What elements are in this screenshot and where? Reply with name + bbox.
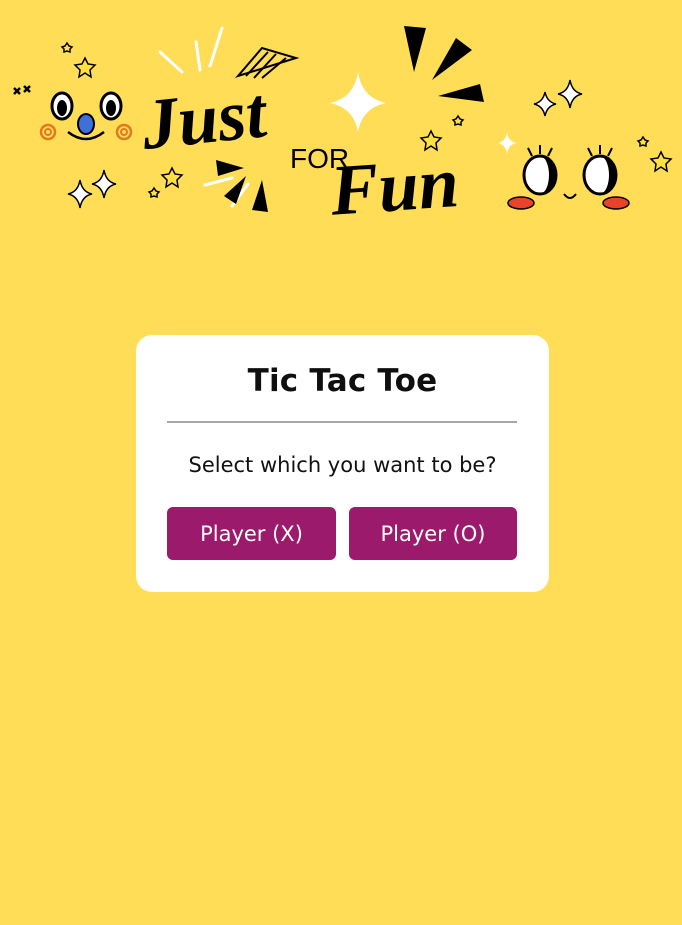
player-select-card: Tic Tac Toe Select which you want to be?… [136,335,549,592]
cartoon-face-left [39,91,133,141]
page-title: Tic Tac Toe [247,363,438,399]
just-for-fun-banner: Just FOR Fun [13,26,673,231]
cartoon-face-right [507,145,630,210]
anger-mark-icon [13,85,31,95]
white-sparkle-icon [330,72,386,132]
player-x-button[interactable]: Player (X) [167,507,336,560]
player-o-button[interactable]: Player (O) [349,507,517,560]
selection-prompt: Select which you want to be? [188,453,497,477]
title-divider [167,421,517,423]
banner-word-just: Just [137,72,272,165]
white-sparkle-icon [498,132,516,154]
banner-word-fun: Fun [327,142,461,231]
